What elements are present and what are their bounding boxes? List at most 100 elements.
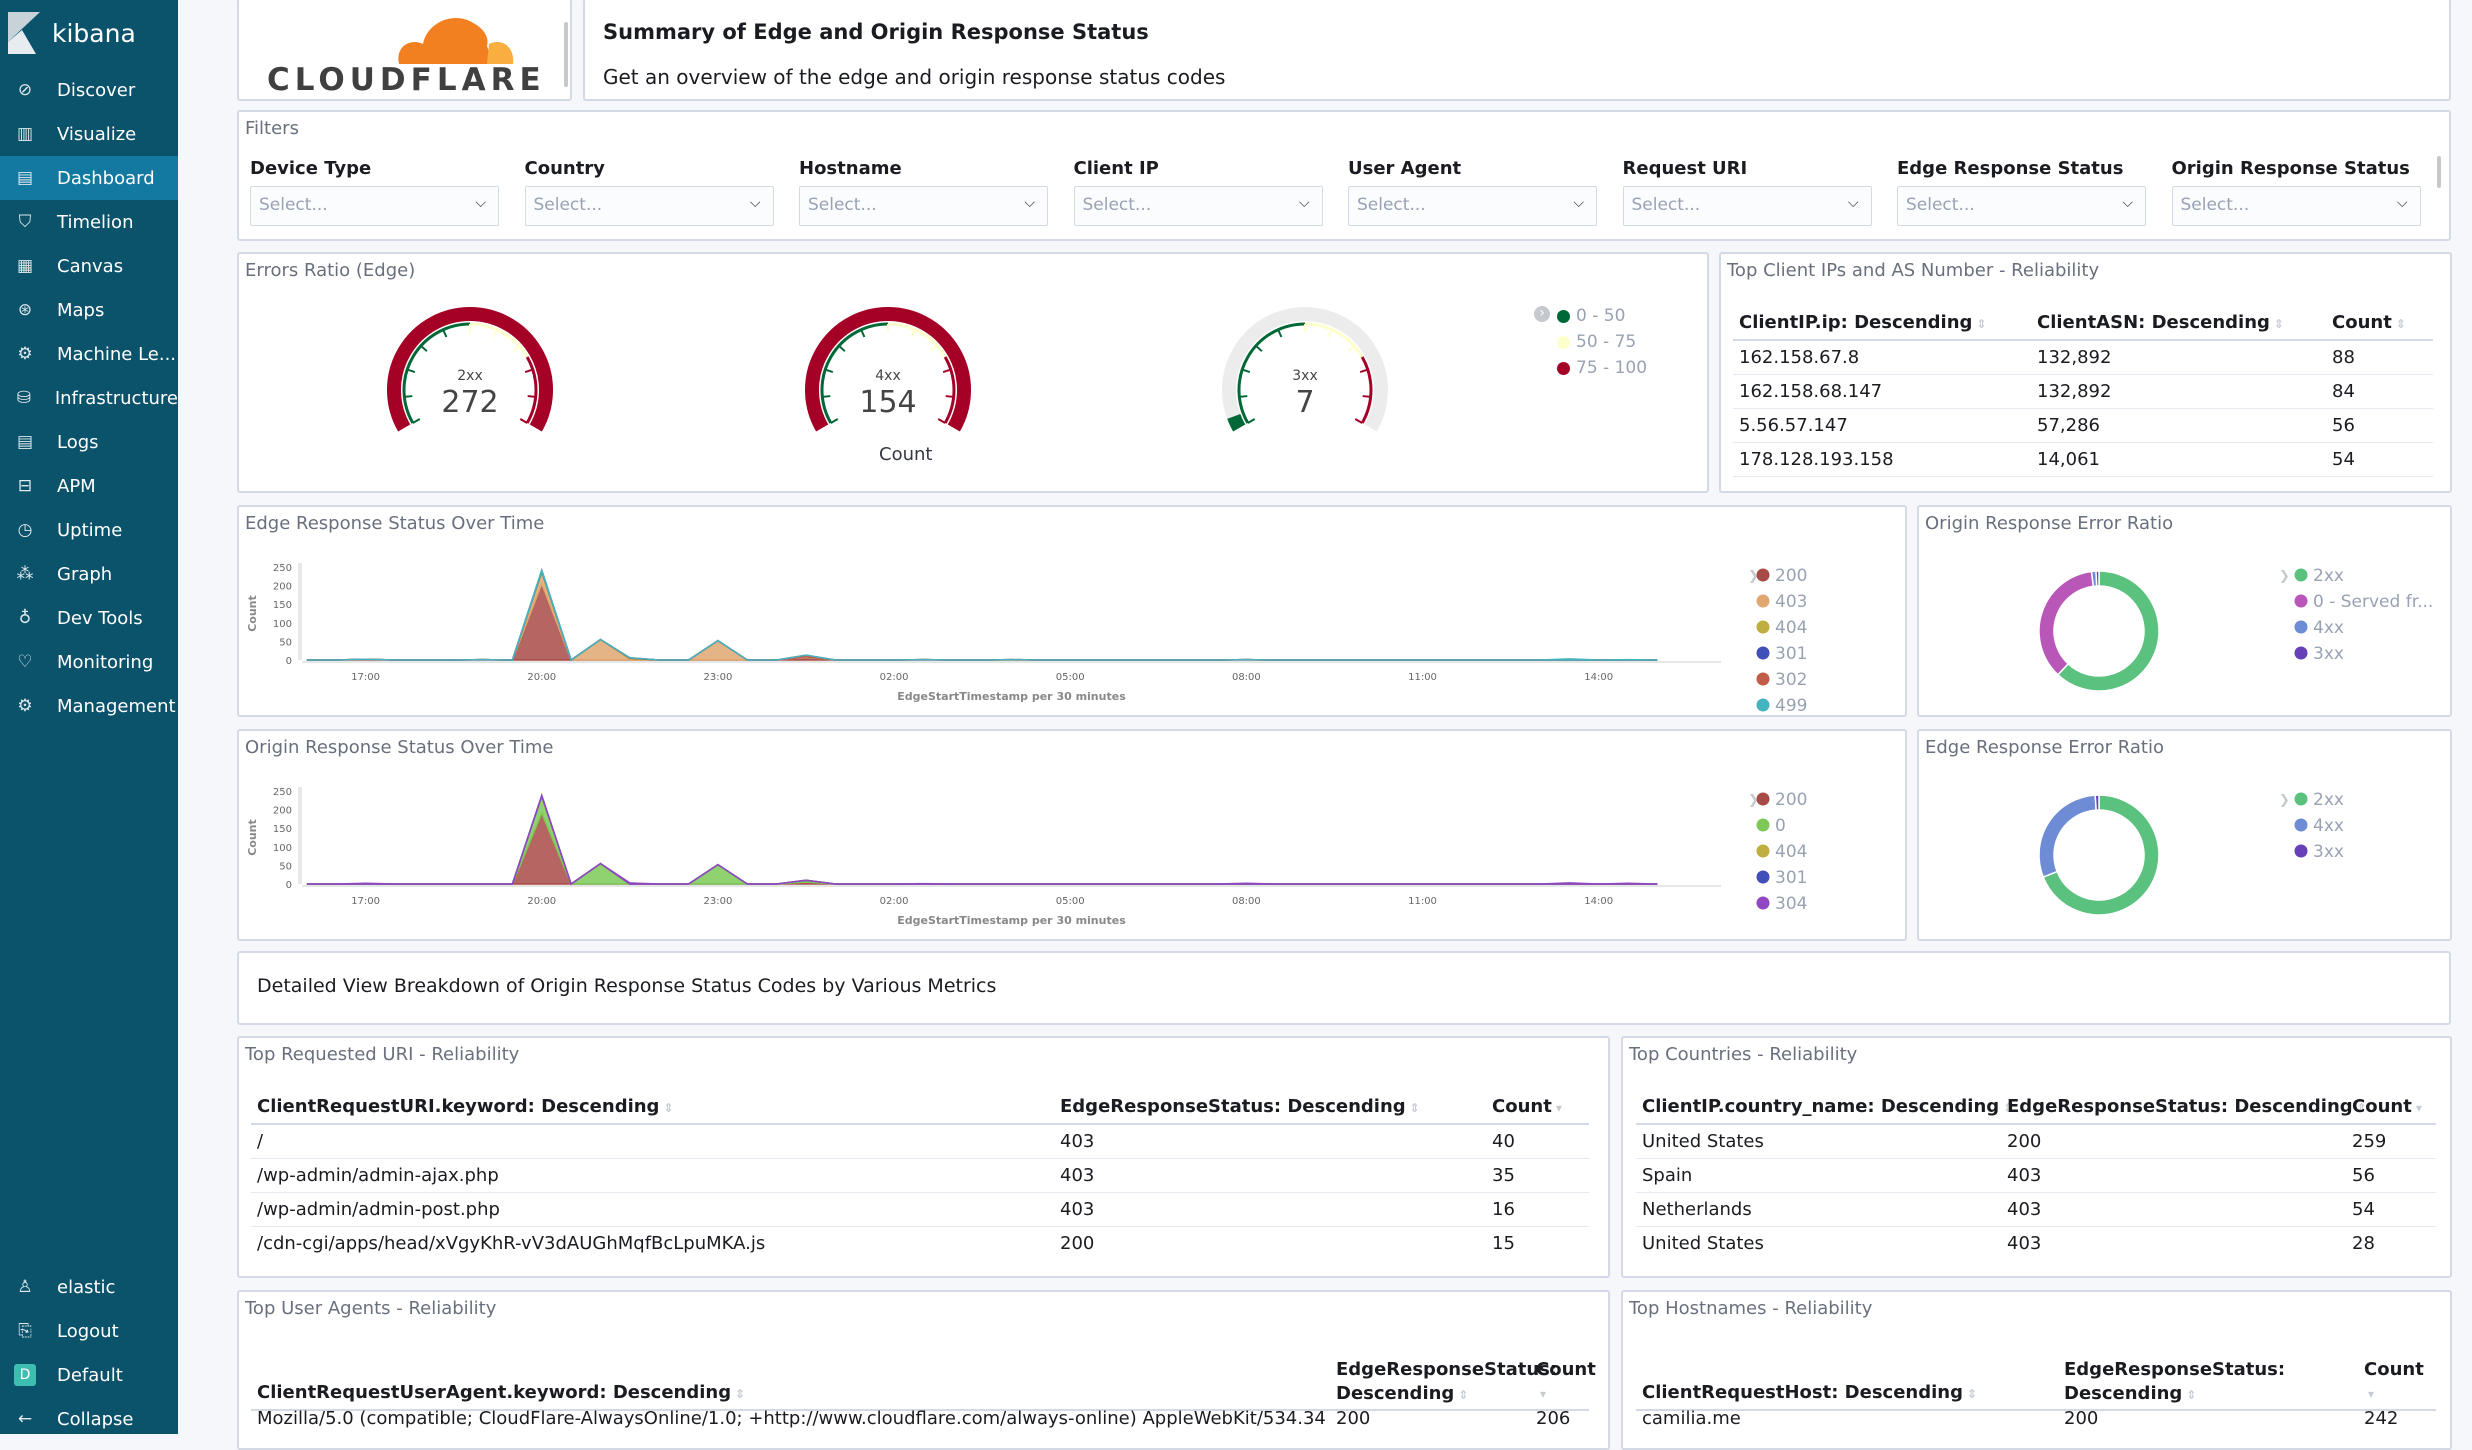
sidebar-item-elastic[interactable]: ♙ elastic: [0, 1265, 178, 1309]
legend-item[interactable]: 499: [1756, 696, 1808, 715]
filter-select-country[interactable]: Select... ⌵: [524, 186, 774, 226]
kibana-logo[interactable]: kibana: [8, 8, 136, 58]
legend-item[interactable]: 4xx: [2294, 618, 2344, 638]
filter-select-user-agent[interactable]: Select... ⌵: [1348, 186, 1597, 226]
area-series-302[interactable]: [306, 568, 1658, 662]
table-cell: /wp-admin/admin-ajax.php: [257, 1165, 499, 1186]
x-tick-label: 23:00: [703, 672, 732, 683]
column-header[interactable]: EdgeResponseStatus: Descending ⇕: [1336, 1358, 1557, 1407]
sidebar-item-logs[interactable]: ▤ Logs: [0, 420, 178, 464]
sidebar-item-dev-tools[interactable]: ♁ Dev Tools: [0, 596, 178, 640]
column-header[interactable]: Count ▾: [1492, 1096, 1562, 1117]
legend-item[interactable]: 0 - Served fr...: [2294, 592, 2434, 612]
legend-color-dot: [1557, 361, 1570, 375]
sidebar-item-visualize[interactable]: ▥ Visualize: [0, 112, 178, 156]
column-header[interactable]: EdgeResponseStatus: Descending ⇕: [2064, 1358, 2285, 1407]
column-header[interactable]: ClientIP.ip: Descending ⇕: [1739, 312, 1987, 333]
column-header[interactable]: ClientIP.country_name: Descending ⇕: [1642, 1096, 2013, 1117]
filter-select-origin-response-status[interactable]: Select... ⌵: [2171, 186, 2421, 226]
sidebar-item-collapse[interactable]: ← Collapse: [0, 1397, 178, 1441]
sidebar-item-logout[interactable]: ⎘ Logout: [0, 1309, 178, 1353]
area-series-0[interactable]: [306, 794, 1658, 886]
legend-item[interactable]: 200: [1756, 566, 1808, 586]
area-series-301[interactable]: [306, 568, 1658, 662]
legend-item[interactable]: 200: [1756, 790, 1808, 810]
legend-item[interactable]: 404: [1756, 618, 1808, 638]
legend-item[interactable]: 50 - 75: [1557, 332, 1636, 352]
legend-item[interactable]: 404: [1756, 842, 1808, 862]
panel-scrollbar[interactable]: [564, 22, 568, 87]
table-cell: 403: [2007, 1165, 2042, 1186]
sidebar-item-discover[interactable]: ⊘ Discover: [0, 68, 178, 112]
gauge-tick: [910, 329, 916, 338]
sidebar-item-default[interactable]: D Default: [0, 1353, 178, 1397]
column-header[interactable]: ClientASN: Descending ⇕: [2037, 312, 2284, 333]
area-series-200[interactable]: [306, 581, 1658, 661]
sidebar-item-timelion[interactable]: ⛉ Timelion: [0, 200, 178, 244]
area-series-301[interactable]: [306, 793, 1658, 886]
area-series-404[interactable]: [306, 793, 1658, 886]
legend-item[interactable]: 0: [1756, 816, 1786, 836]
column-header[interactable]: Count ▾: [2352, 1096, 2422, 1117]
legend-item[interactable]: 75 - 100: [1557, 358, 1647, 378]
area-series-304[interactable]: [306, 793, 1658, 886]
filter-label: Request URI: [1622, 158, 1748, 179]
column-header[interactable]: ClientRequestUserAgent.keyword: Descendi…: [257, 1382, 745, 1403]
sidebar-item-dashboard[interactable]: ▤ Dashboard: [0, 156, 178, 200]
legend-toggle-icon[interactable]: ❯: [2279, 793, 2290, 808]
gauge-tick: [524, 368, 534, 374]
column-header[interactable]: ClientRequestHost: Descending ⇕: [1642, 1382, 1977, 1403]
legend-item[interactable]: 2xx: [2294, 790, 2344, 810]
filter-select-request-uri[interactable]: Select... ⌵: [1622, 186, 1872, 226]
x-tick-label: 08:00: [1232, 896, 1261, 907]
legend-toggle-icon[interactable]: ›: [1534, 306, 1550, 322]
column-header[interactable]: ClientRequestURI.keyword: Descending ⇕: [257, 1096, 674, 1117]
filter-select-device-type[interactable]: Select... ⌵: [250, 186, 499, 226]
legend-item[interactable]: 4xx: [2294, 816, 2344, 836]
column-header[interactable]: Count ▾: [1536, 1358, 1596, 1406]
column-header[interactable]: EdgeResponseStatus: Descending ⇕: [2007, 1096, 2367, 1117]
legend-item[interactable]: 301: [1756, 868, 1808, 888]
area-series-404[interactable]: [306, 569, 1658, 662]
donut-slice-3xx[interactable]: [2094, 794, 2100, 811]
gauge-tick: [406, 368, 416, 374]
filter-select-client-ip[interactable]: Select... ⌵: [1073, 186, 1323, 226]
sidebar-item-machine-le[interactable]: ⚙ Machine Le...: [0, 332, 178, 376]
sidebar-item-label: Dashboard: [57, 167, 155, 189]
legend-item[interactable]: 403: [1756, 592, 1808, 612]
donut-slice-3xx[interactable]: [2095, 570, 2100, 587]
sidebar-item-infrastructure[interactable]: ⛁ Infrastructure: [0, 376, 178, 420]
donut-slice-4xx[interactable]: [2038, 794, 2097, 879]
donut-slice-0[interactable]: [2038, 570, 2095, 676]
legend-item[interactable]: 3xx: [2294, 644, 2344, 664]
sidebar-item-apm[interactable]: ⊟ APM: [0, 464, 178, 508]
legend-color-dot: [1756, 594, 1770, 608]
legend-toggle-icon[interactable]: ❯: [2279, 569, 2290, 584]
sidebar-item-maps[interactable]: ⊛ Maps: [0, 288, 178, 332]
filter-select-edge-response-status[interactable]: Select... ⌵: [1897, 186, 2146, 226]
filters-scrollbar[interactable]: [2437, 156, 2441, 188]
legend-item[interactable]: 2xx: [2294, 566, 2344, 586]
column-header[interactable]: Count ⇕: [2332, 312, 2406, 333]
y-tick-label: 50: [279, 637, 292, 648]
user-agent-table-panel: Top User Agents - Reliability ClientRequ…: [237, 1290, 1610, 1450]
column-header[interactable]: Count ▾: [2364, 1358, 2424, 1406]
legend-label: 302: [1775, 670, 1807, 690]
filter-select-hostname[interactable]: Select... ⌵: [799, 186, 1048, 226]
legend-item[interactable]: 304: [1756, 894, 1808, 914]
area-series-403[interactable]: [306, 570, 1658, 662]
legend-item[interactable]: 3xx: [2294, 842, 2344, 862]
sidebar-item-monitoring[interactable]: ♡ Monitoring: [0, 640, 178, 684]
sidebar-item-management[interactable]: ⚙ Management: [0, 684, 178, 728]
legend-item[interactable]: 302: [1756, 670, 1808, 690]
sidebar-item-graph[interactable]: ⁂ Graph: [0, 552, 178, 596]
sidebar-item-canvas[interactable]: ▦ Canvas: [0, 244, 178, 288]
legend-item[interactable]: 301: [1756, 644, 1808, 664]
area-series-499[interactable]: [306, 567, 1658, 662]
column-header[interactable]: EdgeResponseStatus: Descending ⇕: [1060, 1096, 1420, 1117]
legend-item[interactable]: 0 - 50: [1557, 306, 1625, 326]
select-placeholder: Select...: [1631, 195, 1701, 215]
area-series-200[interactable]: [306, 811, 1658, 885]
legend-label: 200: [1775, 790, 1807, 810]
sidebar-item-uptime[interactable]: ◷ Uptime: [0, 508, 178, 552]
